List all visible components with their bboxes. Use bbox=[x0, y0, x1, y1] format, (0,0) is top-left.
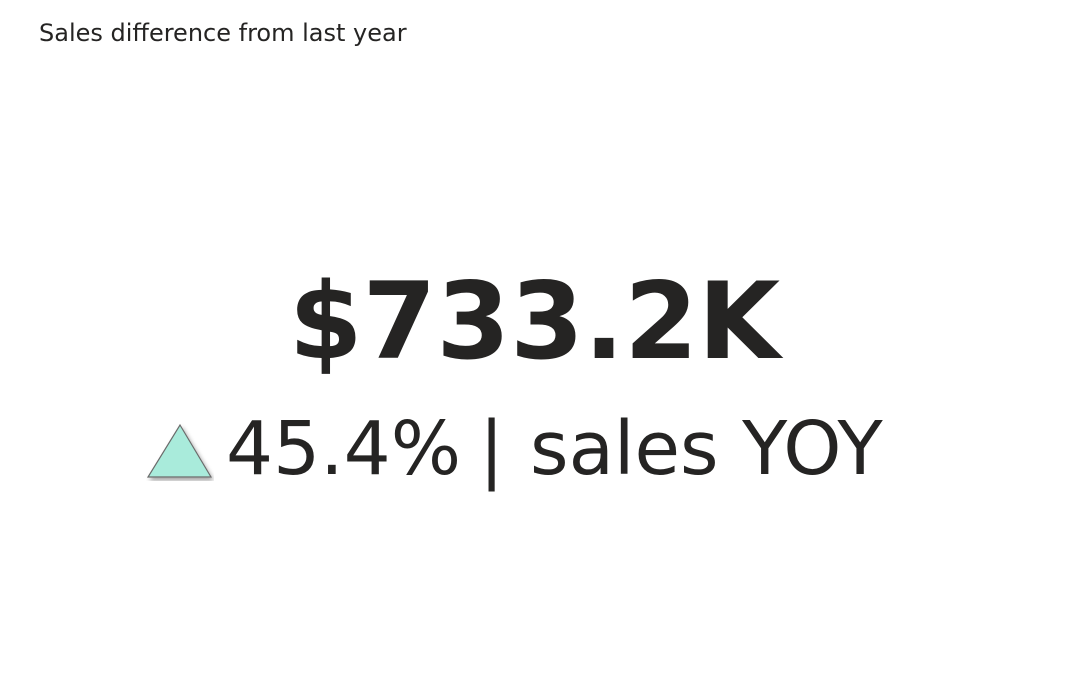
triangle-up-icon bbox=[146, 423, 213, 478]
kpi-value: $733.2K bbox=[288, 260, 781, 383]
trend-label: sales YOY bbox=[530, 406, 883, 492]
kpi-card: Sales difference from last year $733.2K … bbox=[0, 0, 1069, 691]
kpi-trend: 45.4% | sales YOY bbox=[146, 406, 883, 492]
card-title: Sales difference from last year bbox=[39, 19, 407, 47]
trend-separator: | bbox=[479, 406, 505, 492]
trend-percent: 45.4% bbox=[226, 406, 462, 492]
